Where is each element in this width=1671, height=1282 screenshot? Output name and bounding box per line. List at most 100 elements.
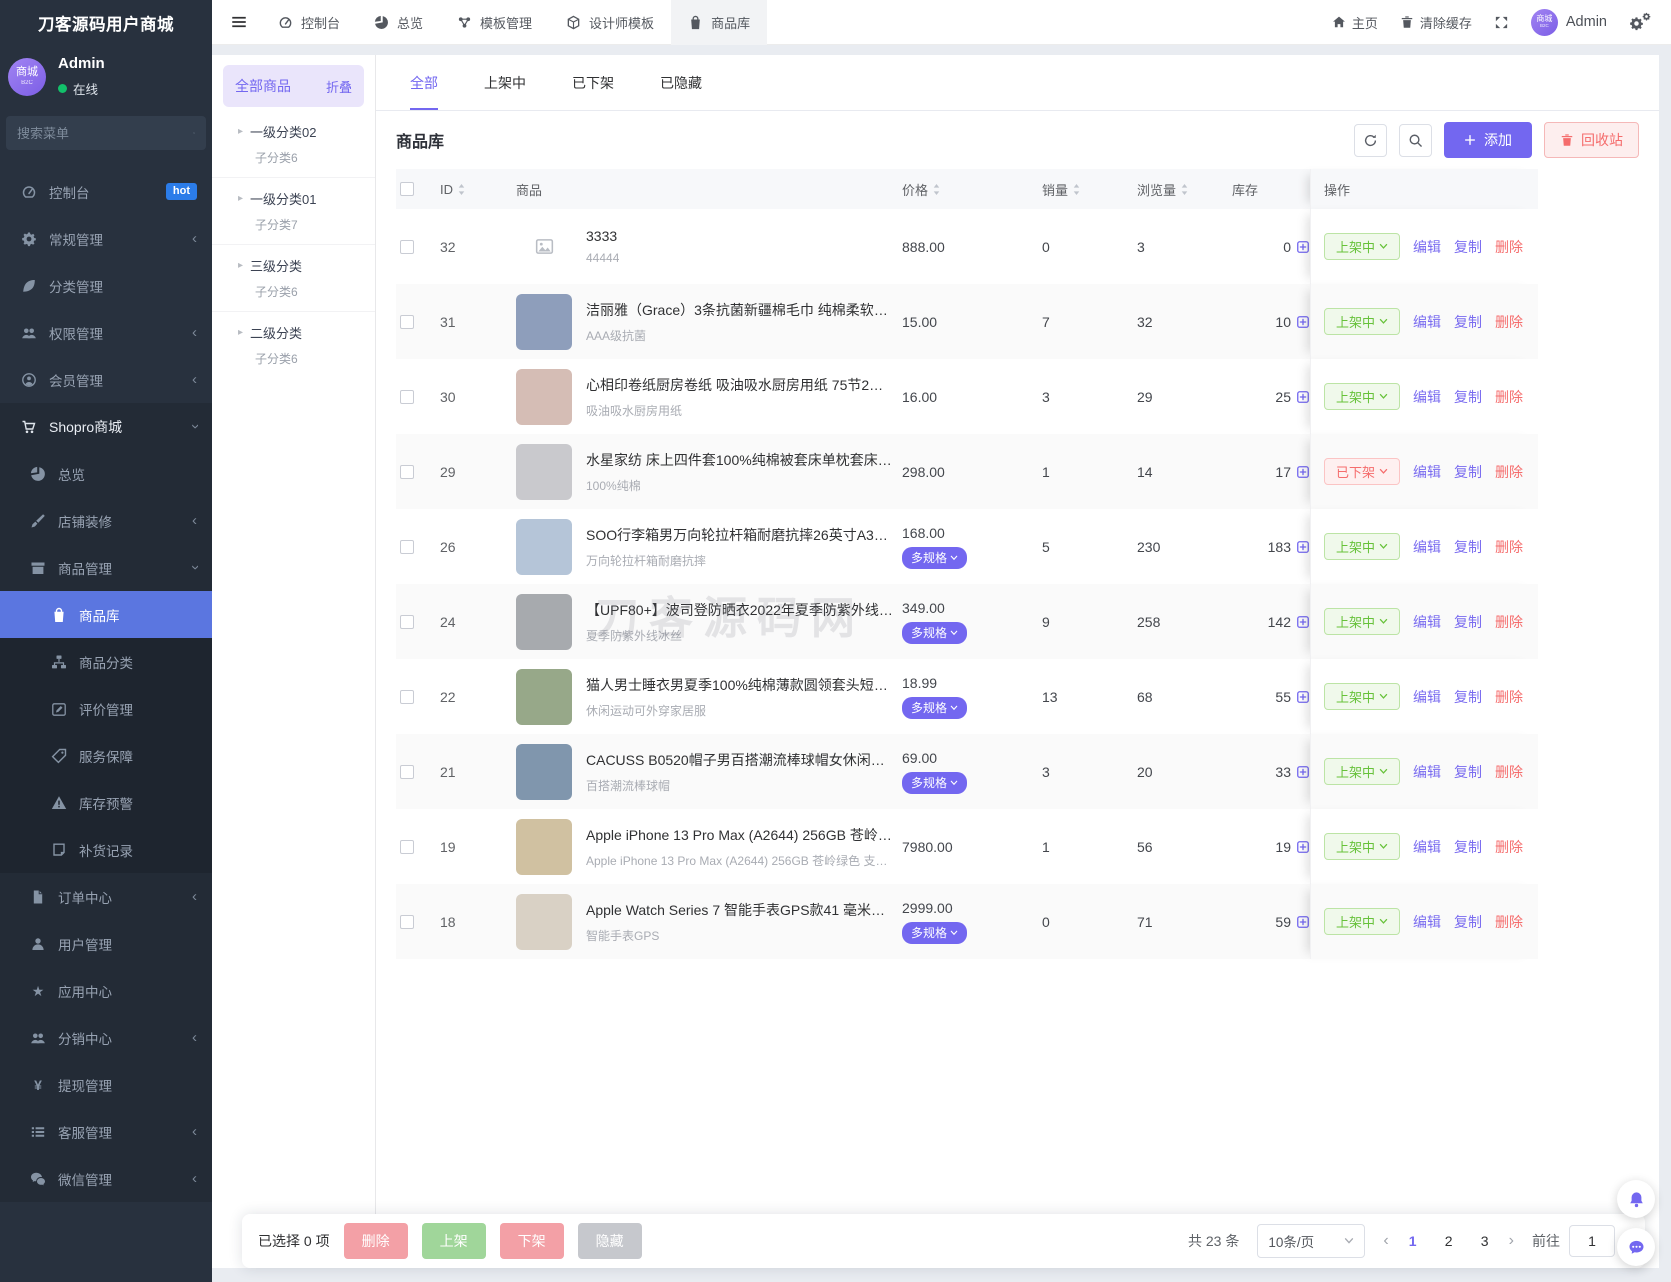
copy-link[interactable]: 复制 [1454, 612, 1482, 632]
multi-spec-badge[interactable]: 多规格 [902, 546, 968, 569]
tab-hidden[interactable]: 已隐藏 [660, 73, 702, 110]
copy-link[interactable]: 复制 [1454, 312, 1482, 332]
status-dropdown[interactable]: 上架中 [1324, 833, 1400, 860]
settings-button[interactable] [1629, 12, 1651, 32]
delete-link[interactable]: 删除 [1495, 462, 1523, 482]
bulk-hide-button[interactable]: 隐藏 [577, 1223, 642, 1259]
edit-link[interactable]: 编辑 [1413, 387, 1441, 407]
multi-spec-badge[interactable]: 多规格 [902, 621, 968, 644]
sort-id[interactable]: ID [440, 182, 467, 197]
edit-link[interactable]: 编辑 [1413, 237, 1441, 257]
stock-add-icon[interactable] [1296, 690, 1310, 704]
status-dropdown[interactable]: 上架中 [1324, 533, 1400, 560]
sidebar-item-general[interactable]: 常规管理 ‹ [0, 215, 212, 262]
page-button-2[interactable]: 2 [1437, 1233, 1461, 1249]
status-dropdown[interactable]: 上架中 [1324, 383, 1400, 410]
sidebar-item-permission[interactable]: 权限管理 ‹ [0, 309, 212, 356]
sidebar-item-user-mgmt[interactable]: 用户管理 [0, 920, 212, 967]
delete-link[interactable]: 删除 [1495, 762, 1523, 782]
bulk-delete-button[interactable]: 删除 [343, 1223, 408, 1259]
recycle-bin-button[interactable]: 回收站 [1544, 122, 1639, 158]
category-item[interactable]: ▸ 三级分类 子分类6 [212, 245, 375, 312]
stock-add-icon[interactable] [1296, 765, 1310, 779]
sidebar-item-distribution[interactable]: 分销中心 ‹ [0, 1014, 212, 1061]
home-button[interactable]: 主页 [1332, 13, 1378, 32]
all-goods-button[interactable]: 全部商品 [235, 76, 291, 96]
notification-fab[interactable] [1617, 1180, 1655, 1218]
row-checkbox[interactable] [400, 539, 414, 554]
status-dropdown[interactable]: 上架中 [1324, 608, 1400, 635]
edit-link[interactable]: 编辑 [1413, 762, 1441, 782]
search-input[interactable] [17, 125, 193, 141]
delete-link[interactable]: 删除 [1495, 687, 1523, 707]
sort-price[interactable]: 价格 [902, 180, 942, 199]
delete-link[interactable]: 删除 [1495, 237, 1523, 257]
add-button[interactable]: 添加 [1444, 122, 1532, 158]
multi-spec-badge[interactable]: 多规格 [902, 696, 968, 719]
stock-add-icon[interactable] [1296, 240, 1310, 254]
sidebar-item-restock-record[interactable]: 补货记录 [0, 826, 212, 873]
copy-link[interactable]: 复制 [1454, 387, 1482, 407]
fullscreen-button[interactable] [1494, 15, 1509, 30]
bulk-on-sale-button[interactable]: 上架 [421, 1223, 486, 1259]
row-checkbox[interactable] [400, 464, 414, 479]
status-dropdown[interactable]: 上架中 [1324, 758, 1400, 785]
delete-link[interactable]: 删除 [1495, 312, 1523, 332]
edit-link[interactable]: 编辑 [1413, 687, 1441, 707]
tab-all[interactable]: 全部 [410, 73, 438, 110]
stock-add-icon[interactable] [1296, 390, 1310, 404]
collapse-button[interactable]: 折叠 [326, 77, 352, 96]
sidebar-item-member[interactable]: 会员管理 ‹ [0, 356, 212, 403]
prev-page-button[interactable]: ‹ [1383, 1233, 1388, 1249]
sidebar-item-order-center[interactable]: 订单中心 ‹ [0, 873, 212, 920]
category-item[interactable]: ▸ 一级分类01 子分类7 [212, 178, 375, 245]
row-checkbox[interactable] [400, 839, 414, 854]
sidebar-item-category-mgmt[interactable]: 分类管理 [0, 262, 212, 309]
page-button-3[interactable]: 3 [1473, 1233, 1497, 1249]
status-dropdown[interactable]: 上架中 [1324, 908, 1400, 935]
sidebar-item-app-center[interactable]: ★ 应用中心 [0, 967, 212, 1014]
row-checkbox[interactable] [400, 614, 414, 629]
stock-add-icon[interactable] [1296, 315, 1310, 329]
sort-sales[interactable]: 销量 [1042, 180, 1082, 199]
category-item[interactable]: ▸ 一级分类02 子分类6 [212, 111, 375, 178]
row-checkbox[interactable] [400, 389, 414, 404]
edit-link[interactable]: 编辑 [1413, 462, 1441, 482]
topbar-tab-designer-template[interactable]: 设计师模板 [549, 0, 671, 45]
sidebar-item-shop-design[interactable]: 店铺装修 ‹ [0, 497, 212, 544]
copy-link[interactable]: 复制 [1454, 837, 1482, 857]
status-dropdown[interactable]: 已下架 [1324, 458, 1400, 485]
multi-spec-badge[interactable]: 多规格 [902, 921, 968, 944]
chat-fab[interactable] [1617, 1228, 1655, 1266]
category-item[interactable]: ▸ 二级分类 子分类6 [212, 312, 375, 378]
stock-add-icon[interactable] [1296, 615, 1310, 629]
delete-link[interactable]: 删除 [1495, 912, 1523, 932]
delete-link[interactable]: 删除 [1495, 537, 1523, 557]
edit-link[interactable]: 编辑 [1413, 312, 1441, 332]
select-all-checkbox[interactable] [400, 182, 414, 196]
edit-link[interactable]: 编辑 [1413, 837, 1441, 857]
copy-link[interactable]: 复制 [1454, 537, 1482, 557]
copy-link[interactable]: 复制 [1454, 687, 1482, 707]
delete-link[interactable]: 删除 [1495, 612, 1523, 632]
topbar-tab-overview[interactable]: 总览 [357, 0, 440, 45]
topbar-user[interactable]: 商城 B2C Admin [1530, 8, 1607, 36]
tab-on-sale[interactable]: 上架中 [484, 73, 526, 110]
sidebar-item-service-guarantee[interactable]: 服务保障 [0, 732, 212, 779]
next-page-button[interactable]: › [1509, 1233, 1514, 1249]
stock-add-icon[interactable] [1296, 840, 1310, 854]
sidebar-item-withdraw[interactable]: ¥ 提现管理 [0, 1061, 212, 1108]
stock-add-icon[interactable] [1296, 465, 1310, 479]
stock-add-icon[interactable] [1296, 540, 1310, 554]
edit-link[interactable]: 编辑 [1413, 537, 1441, 557]
copy-link[interactable]: 复制 [1454, 762, 1482, 782]
row-checkbox[interactable] [400, 914, 414, 929]
delete-link[interactable]: 删除 [1495, 387, 1523, 407]
tab-off-sale[interactable]: 已下架 [572, 73, 614, 110]
sort-views[interactable]: 浏览量 [1137, 180, 1190, 199]
sidebar-item-customer-service[interactable]: 客服管理 ‹ [0, 1108, 212, 1155]
page-size-select[interactable]: 10条/页 [1257, 1224, 1366, 1258]
sidebar-item-stock-warning[interactable]: 库存预警 [0, 779, 212, 826]
row-checkbox[interactable] [400, 764, 414, 779]
copy-link[interactable]: 复制 [1454, 237, 1482, 257]
